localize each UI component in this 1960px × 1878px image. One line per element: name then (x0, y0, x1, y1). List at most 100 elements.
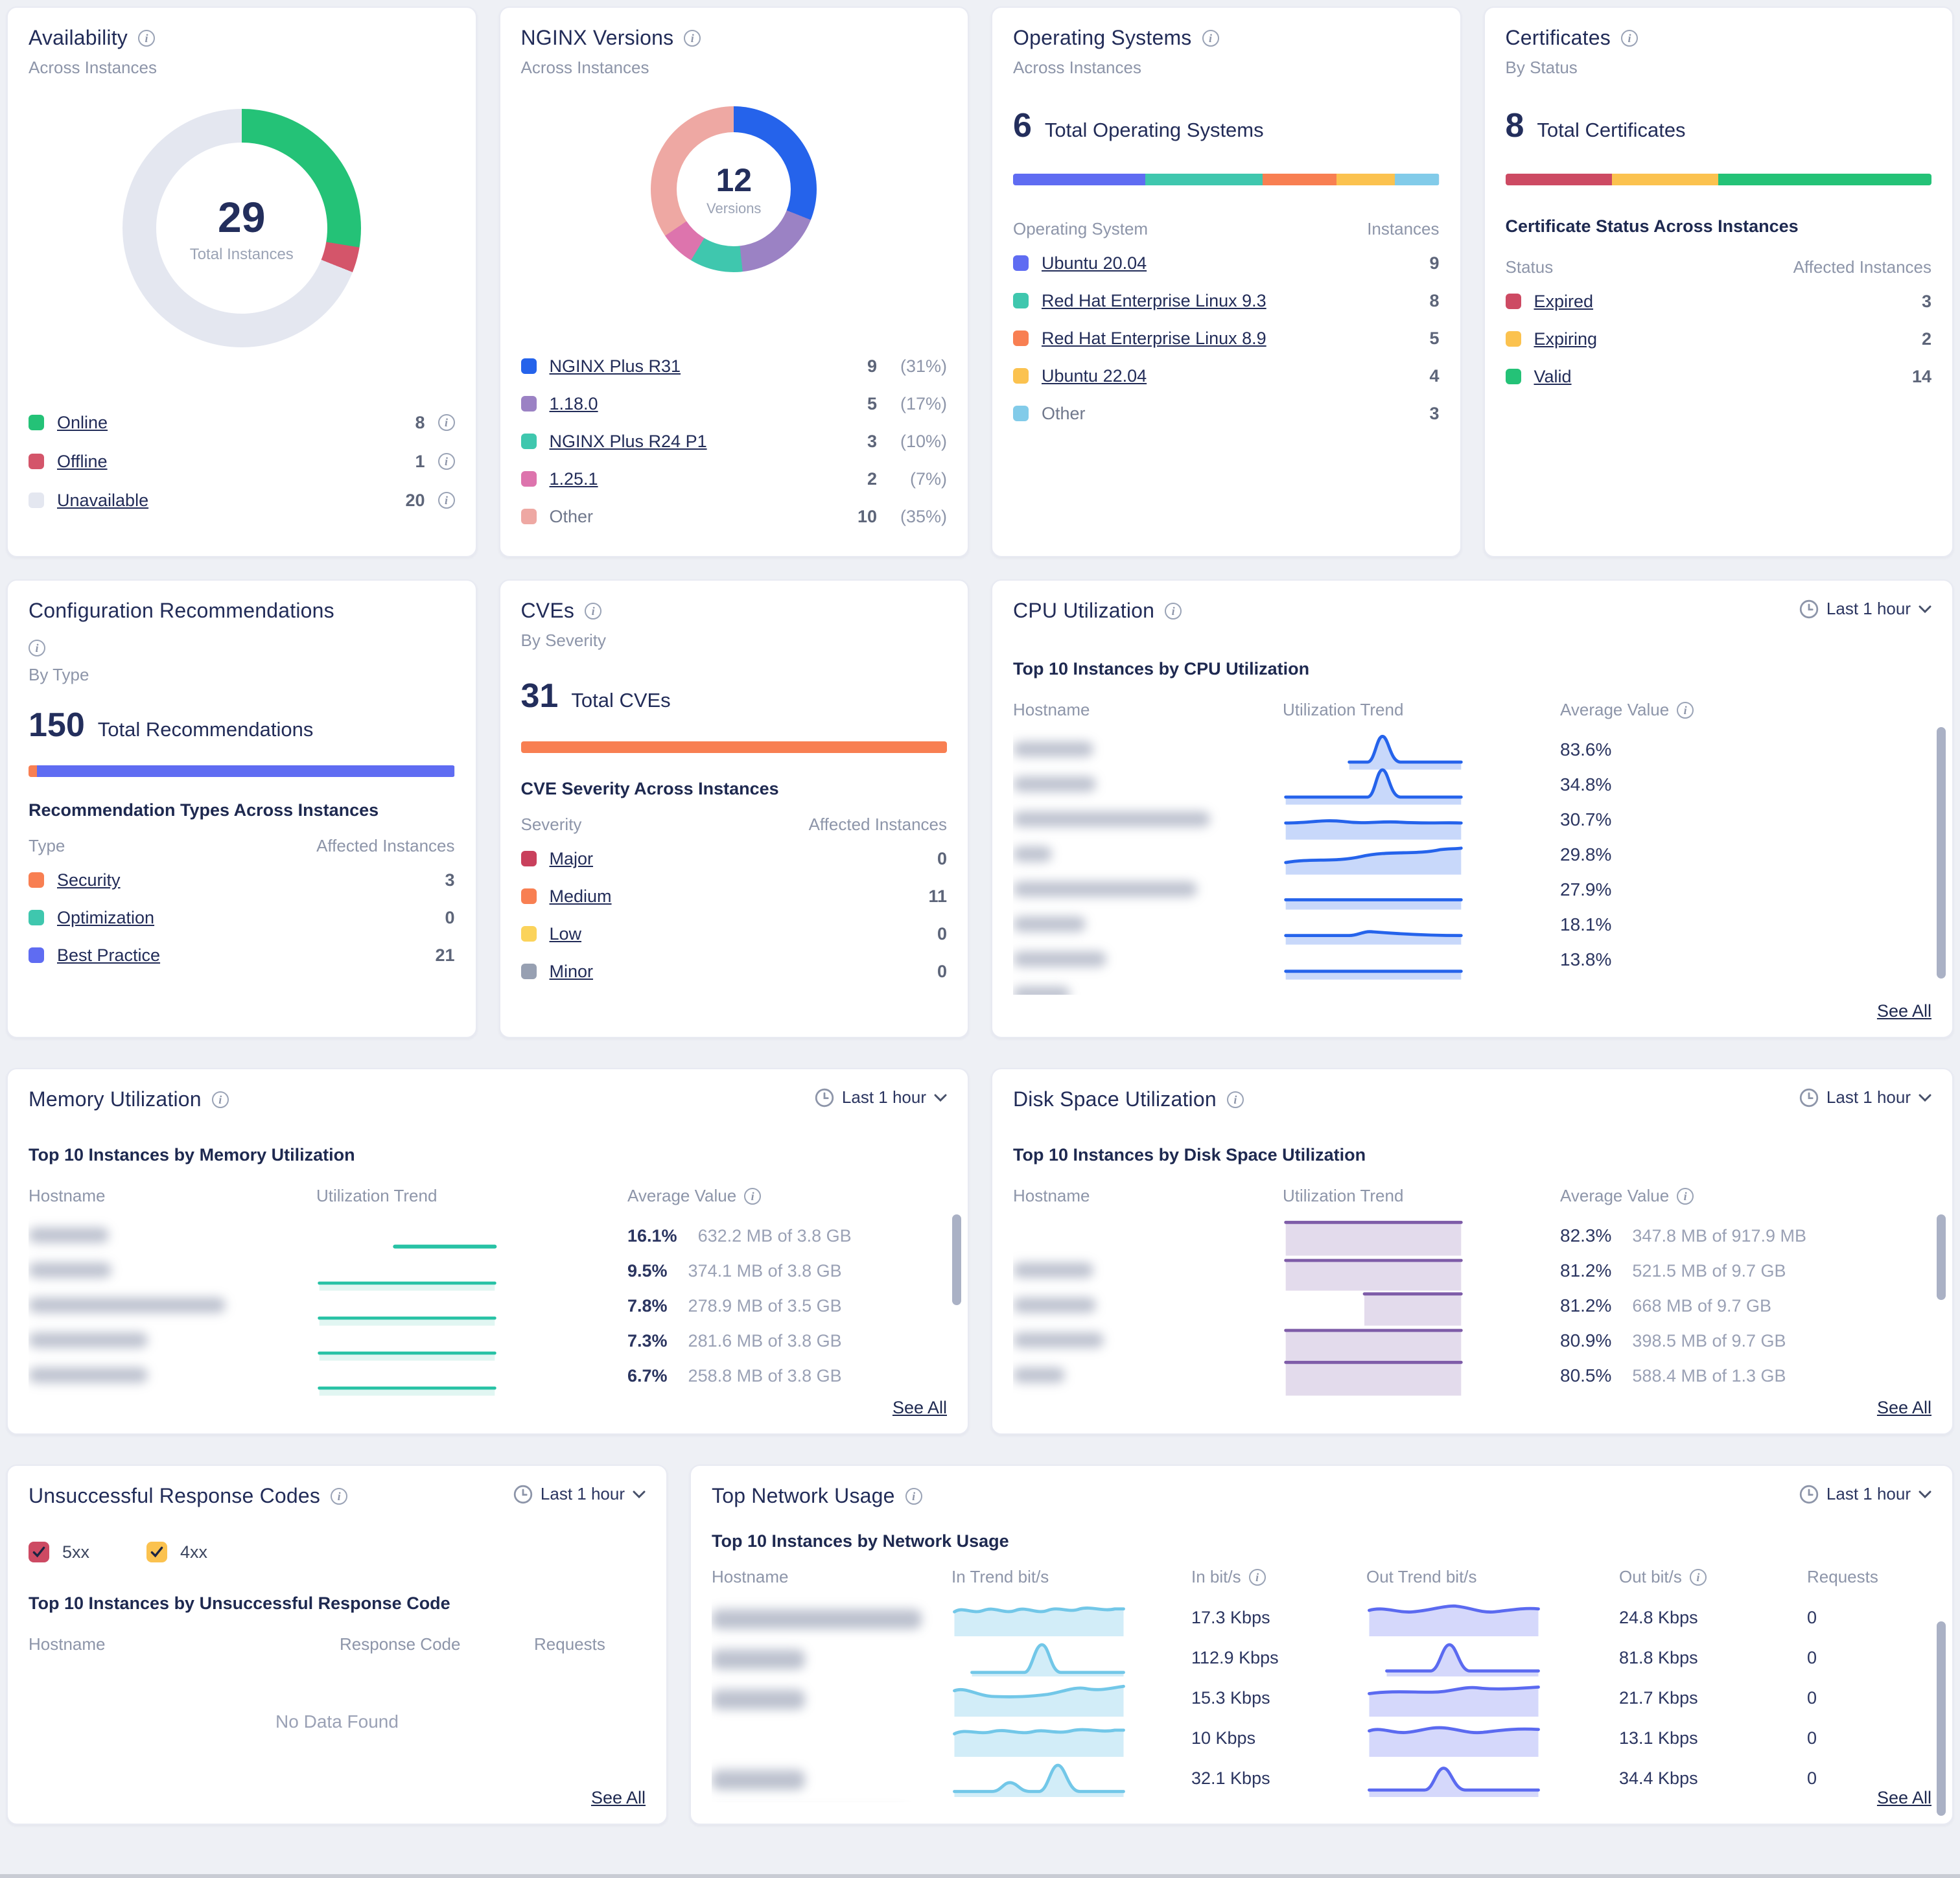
value-cell: 13.8% (1464, 949, 1931, 970)
cpu-scrollbar[interactable] (1937, 727, 1946, 979)
filter-5xx-checkbox[interactable]: 5xx (29, 1542, 89, 1562)
info-icon[interactable]: i (438, 453, 455, 470)
row-label[interactable]: Minor (550, 962, 594, 982)
row-label[interactable]: Best Practice (57, 945, 160, 966)
info-icon[interactable]: i (1677, 1188, 1694, 1205)
cves-section-head: CVE Severity Across Instances (521, 779, 948, 799)
checkbox-checked[interactable] (146, 1542, 167, 1562)
disk-time-range-select[interactable]: Last 1 hour (1799, 1087, 1931, 1107)
legend-label[interactable]: 1.25.1 (550, 469, 598, 489)
row-label[interactable]: Optimization (57, 908, 154, 928)
response-codes-time-range-select[interactable]: Last 1 hour (513, 1484, 646, 1504)
value-cell: 34.8% (1464, 774, 1931, 795)
disk-scrollbar[interactable] (1937, 1214, 1946, 1300)
legend-label[interactable]: Online (57, 413, 108, 433)
row-label[interactable]: Red Hat Enterprise Linux 8.9 (1042, 329, 1266, 349)
legend-value: 10 (858, 507, 877, 527)
legend-value: 2 (867, 469, 877, 489)
average-value: 7.8% (627, 1296, 668, 1316)
row-label[interactable]: Valid (1534, 367, 1572, 387)
hostname-redacted[interactable] (29, 1259, 316, 1283)
row-label[interactable]: Security (57, 870, 121, 890)
hostname-redacted[interactable] (1013, 913, 1283, 937)
row-label[interactable]: Ubuntu 22.04 (1042, 366, 1147, 386)
row-value: 0 (937, 962, 947, 982)
hostname-redacted[interactable] (712, 1686, 951, 1710)
hostname-redacted[interactable] (1013, 1329, 1283, 1353)
info-icon[interactable]: i (438, 492, 455, 509)
row-label[interactable]: Medium (550, 887, 612, 907)
memory-see-all-link[interactable]: See All (892, 1398, 947, 1418)
hostname-redacted[interactable] (29, 1329, 316, 1353)
hostname-redacted[interactable] (712, 1767, 951, 1791)
table-row: 18.1% (1013, 905, 1931, 940)
network-scrollbar[interactable] (1937, 1621, 1946, 1816)
hostname-redacted[interactable] (1013, 983, 1283, 995)
info-icon[interactable]: i (138, 30, 155, 47)
cpu-see-all-link[interactable]: See All (1877, 1001, 1931, 1021)
filter-4xx-checkbox[interactable]: 4xx (146, 1542, 207, 1562)
hostname-redacted[interactable] (29, 1294, 316, 1318)
info-icon[interactable]: i (1227, 1091, 1244, 1108)
info-icon[interactable]: i (212, 1091, 229, 1108)
network-usage-card: Top Network Usage i Last 1 hour Top 10 I… (690, 1465, 1954, 1825)
info-icon[interactable]: i (29, 640, 45, 656)
info-icon[interactable]: i (1249, 1569, 1266, 1586)
row-label[interactable]: Expiring (1534, 329, 1598, 349)
hostname-redacted[interactable] (1013, 878, 1283, 902)
info-icon[interactable]: i (585, 603, 601, 620)
row-label[interactable]: Expired (1534, 292, 1594, 312)
table-row: 30.7% (1013, 800, 1931, 835)
cpu-time-range-select[interactable]: Last 1 hour (1799, 599, 1931, 619)
hostname-redacted[interactable] (29, 1364, 316, 1388)
row-label[interactable]: Major (550, 849, 594, 869)
page-bottom-edge (0, 1874, 1960, 1878)
memory-scrollbar[interactable] (952, 1214, 961, 1305)
info-icon[interactable]: i (1165, 603, 1182, 620)
legend-label[interactable]: 1.18.0 (550, 394, 598, 414)
row-value: 8 (1429, 291, 1439, 311)
hostname-redacted[interactable] (1013, 1364, 1283, 1388)
info-icon[interactable]: i (1202, 30, 1219, 47)
hostname-redacted[interactable] (712, 1606, 951, 1630)
row-value: 11 (928, 887, 947, 907)
legend-color-chip (29, 493, 44, 508)
availability-donut-chart[interactable]: 29 Total Instances (122, 109, 361, 347)
network-see-all-link[interactable]: See All (1877, 1788, 1931, 1808)
legend-label[interactable]: Unavailable (57, 491, 148, 511)
legend-label[interactable]: NGINX Plus R24 P1 (550, 432, 707, 452)
hostname-redacted[interactable] (1013, 1259, 1283, 1283)
disk-see-all-link[interactable]: See All (1877, 1398, 1931, 1418)
info-icon[interactable]: i (905, 1488, 922, 1505)
info-icon[interactable]: i (1677, 702, 1694, 719)
info-icon[interactable]: i (1621, 30, 1638, 47)
legend-label[interactable]: Offline (57, 452, 108, 472)
info-icon[interactable]: i (684, 30, 701, 47)
hostname-redacted[interactable] (1013, 773, 1283, 797)
row-value: 9 (1429, 253, 1439, 273)
hostname-redacted[interactable] (29, 1224, 316, 1248)
info-icon[interactable]: i (438, 414, 455, 431)
versions-donut-chart[interactable]: 12 Versions (651, 106, 817, 272)
row-label[interactable]: Red Hat Enterprise Linux 9.3 (1042, 291, 1266, 311)
hostname-redacted[interactable] (1013, 808, 1283, 832)
info-icon[interactable]: i (1690, 1569, 1707, 1586)
response-codes-see-all-link[interactable]: See All (591, 1788, 646, 1808)
legend-label[interactable]: NGINX Plus R31 (550, 356, 681, 377)
memory-time-range-select[interactable]: Last 1 hour (815, 1087, 947, 1107)
trend-cell (1283, 1356, 1464, 1396)
hostname-redacted[interactable] (1013, 1294, 1283, 1318)
checkbox-checked[interactable] (29, 1542, 49, 1562)
hostname-redacted[interactable] (1013, 948, 1283, 972)
trend-sparkline (1366, 1759, 1541, 1798)
value-cell: 80.5%588.4 MB of 1.3 GB (1464, 1365, 1931, 1386)
row-label[interactable]: Ubuntu 20.04 (1042, 253, 1147, 273)
info-icon[interactable]: i (744, 1188, 761, 1205)
hostname-redacted[interactable] (712, 1646, 951, 1670)
row-label[interactable]: Low (550, 924, 582, 944)
hostname-redacted[interactable] (1013, 843, 1283, 867)
network-time-range-select[interactable]: Last 1 hour (1799, 1484, 1931, 1504)
hostname-redacted[interactable] (1013, 738, 1283, 762)
in-value: 17.3 Kbps (1126, 1608, 1366, 1628)
info-icon[interactable]: i (331, 1488, 347, 1505)
